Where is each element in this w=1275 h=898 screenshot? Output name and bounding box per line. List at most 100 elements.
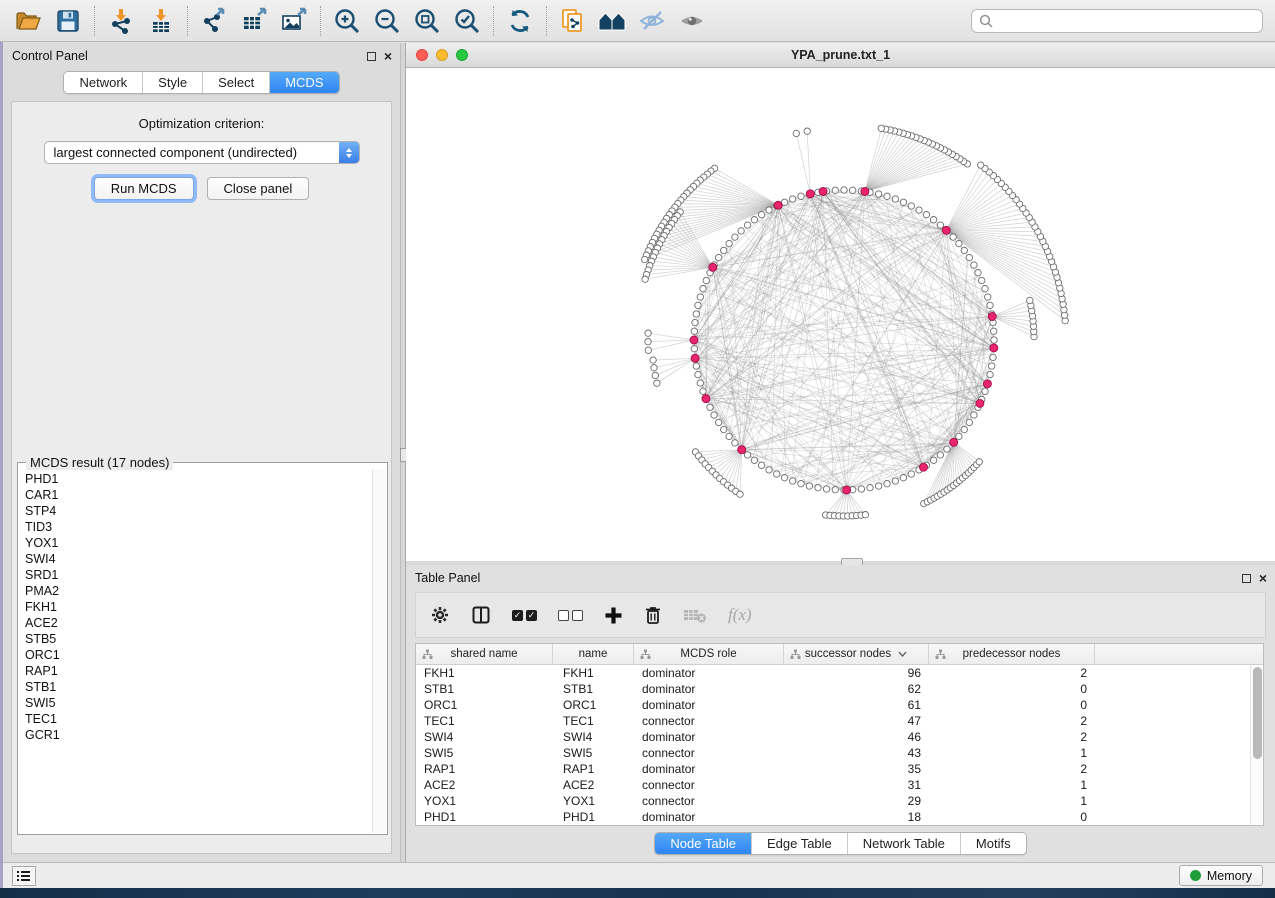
- graph-node[interactable]: [697, 380, 703, 386]
- column-header-predecessor-nodes[interactable]: predecessor nodes: [929, 644, 1095, 664]
- graph-node[interactable]: [695, 371, 701, 377]
- mcds-result-item[interactable]: SWI4: [25, 551, 372, 567]
- graph-node[interactable]: [908, 203, 914, 209]
- mcds-result-item[interactable]: RAP1: [25, 663, 372, 679]
- graph-node[interactable]: [798, 193, 804, 199]
- graph-node[interactable]: [832, 487, 838, 493]
- network-graph[interactable]: [406, 68, 1275, 560]
- graph-mcds-node[interactable]: [702, 395, 710, 403]
- graph-node[interactable]: [956, 433, 962, 439]
- graph-mcds-node[interactable]: [709, 263, 717, 271]
- graph-node[interactable]: [987, 371, 993, 377]
- graph-node[interactable]: [721, 247, 727, 253]
- graph-node[interactable]: [691, 346, 697, 352]
- tab-network-table[interactable]: Network Table: [847, 833, 960, 854]
- graph-mcds-node[interactable]: [738, 446, 746, 454]
- mcds-result-list[interactable]: PHD1CAR1STP4TID3YOX1SWI4SRD1PMA2FKH1ACE2…: [19, 469, 372, 833]
- graph-node[interactable]: [711, 412, 717, 418]
- graph-node[interactable]: [979, 277, 985, 283]
- graph-node[interactable]: [982, 286, 988, 292]
- graph-leaf-node[interactable]: [804, 128, 810, 134]
- graph-mcds-node[interactable]: [691, 354, 699, 362]
- zoom-fit-button[interactable]: [407, 4, 447, 38]
- graph-node[interactable]: [732, 440, 738, 446]
- table-row[interactable]: PHD1PHD1dominator180: [416, 809, 1263, 825]
- graph-node[interactable]: [790, 478, 796, 484]
- graph-node[interactable]: [751, 457, 757, 463]
- graph-node[interactable]: [781, 475, 787, 481]
- graph-node[interactable]: [961, 426, 967, 432]
- graph-node[interactable]: [850, 187, 856, 193]
- search-input[interactable]: [998, 14, 1255, 28]
- graph-node[interactable]: [751, 217, 757, 223]
- mcds-result-item[interactable]: ACE2: [25, 615, 372, 631]
- tab-network[interactable]: Network: [64, 72, 142, 93]
- graph-leaf-node[interactable]: [652, 372, 658, 378]
- graph-node[interactable]: [716, 254, 722, 260]
- graph-node[interactable]: [985, 294, 991, 300]
- float-panel-icon[interactable]: [367, 52, 376, 61]
- graph-node[interactable]: [990, 354, 996, 360]
- task-history-button[interactable]: [12, 866, 36, 886]
- graph-node[interactable]: [692, 319, 698, 325]
- memory-button[interactable]: Memory: [1179, 865, 1263, 886]
- graph-node[interactable]: [721, 426, 727, 432]
- table-row[interactable]: TEC1TEC1connector472: [416, 713, 1263, 729]
- graph-mcds-node[interactable]: [990, 344, 998, 352]
- graph-node[interactable]: [956, 240, 962, 246]
- import-table-button[interactable]: [141, 4, 181, 38]
- table-row[interactable]: STB1STB1dominator620: [416, 681, 1263, 697]
- graph-leaf-node[interactable]: [654, 380, 660, 386]
- graph-node[interactable]: [991, 328, 997, 334]
- refresh-layout-button[interactable]: [500, 4, 540, 38]
- graph-node[interactable]: [930, 457, 936, 463]
- graph-mcds-node[interactable]: [983, 380, 991, 388]
- graph-node[interactable]: [937, 452, 943, 458]
- table-row[interactable]: ACE2ACE2connector311: [416, 777, 1263, 793]
- criterion-dropdown[interactable]: largest connected component (undirected): [44, 141, 360, 164]
- graph-node[interactable]: [916, 207, 922, 213]
- table-row[interactable]: SWI4SWI4dominator462: [416, 729, 1263, 745]
- table-row[interactable]: ORC1ORC1dominator610: [416, 697, 1263, 713]
- graph-node[interactable]: [937, 222, 943, 228]
- delete-column-button[interactable]: [644, 605, 662, 625]
- graph-node[interactable]: [908, 471, 914, 477]
- clone-network-button[interactable]: [553, 4, 593, 38]
- graph-node[interactable]: [798, 481, 804, 487]
- graph-leaf-node[interactable]: [642, 256, 648, 262]
- graph-mcds-node[interactable]: [774, 201, 782, 209]
- column-header-shared-name[interactable]: shared name: [416, 644, 553, 664]
- graph-node[interactable]: [832, 187, 838, 193]
- select-all-columns-button[interactable]: ✓ ✓: [512, 610, 537, 621]
- graph-leaf-node[interactable]: [978, 162, 984, 168]
- hide-selected-button[interactable]: [633, 4, 673, 38]
- graph-node[interactable]: [790, 196, 796, 202]
- mcds-result-item[interactable]: STB1: [25, 679, 372, 695]
- tab-edge-table[interactable]: Edge Table: [751, 833, 847, 854]
- graph-node[interactable]: [989, 363, 995, 369]
- graph-node[interactable]: [900, 199, 906, 205]
- mcds-list-scrollbar[interactable]: [372, 469, 386, 833]
- graph-node[interactable]: [815, 485, 821, 491]
- tab-style[interactable]: Style: [142, 72, 202, 93]
- graph-node[interactable]: [867, 485, 873, 491]
- graph-node[interactable]: [884, 481, 890, 487]
- graph-node[interactable]: [991, 337, 997, 343]
- mcds-result-item[interactable]: PHD1: [25, 471, 372, 487]
- graph-mcds-node[interactable]: [950, 438, 958, 446]
- graph-node[interactable]: [892, 478, 898, 484]
- close-panel-button[interactable]: Close panel: [207, 177, 310, 200]
- graph-node[interactable]: [971, 412, 977, 418]
- table-scrollbar[interactable]: [1250, 665, 1263, 825]
- graph-leaf-node[interactable]: [650, 357, 656, 363]
- mcds-result-item[interactable]: FKH1: [25, 599, 372, 615]
- graph-node[interactable]: [987, 302, 993, 308]
- graph-node[interactable]: [971, 262, 977, 268]
- graph-leaf-node[interactable]: [645, 347, 651, 353]
- mcds-result-item[interactable]: GCR1: [25, 727, 372, 743]
- graph-mcds-node[interactable]: [976, 399, 984, 407]
- mcds-result-item[interactable]: TEC1: [25, 711, 372, 727]
- graph-node[interactable]: [966, 254, 972, 260]
- graph-node[interactable]: [982, 388, 988, 394]
- graph-node[interactable]: [744, 452, 750, 458]
